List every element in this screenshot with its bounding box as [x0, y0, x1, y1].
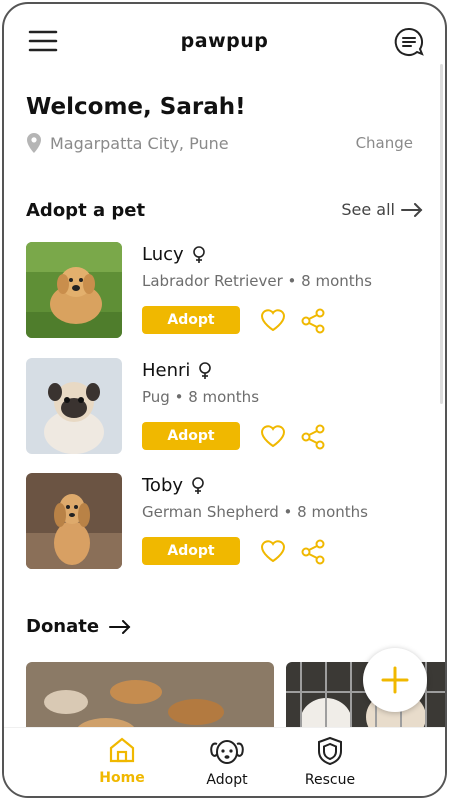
- see-all-label: See all: [341, 200, 395, 219]
- heart-icon[interactable]: [260, 308, 286, 336]
- adopt-button[interactable]: Adopt: [142, 306, 240, 334]
- pet-name-row: Toby: [142, 475, 205, 496]
- location: Magarpatta City, Pune: [26, 132, 229, 154]
- arrow-right-icon: [401, 202, 423, 217]
- welcome-heading: Welcome, Sarah!: [26, 94, 246, 120]
- heart-icon[interactable]: [260, 424, 286, 452]
- change-location-link[interactable]: Change: [356, 134, 413, 152]
- chat-icon[interactable]: [391, 24, 427, 60]
- pet-meta: Labrador Retriever • 8 months: [142, 272, 372, 290]
- donate-link[interactable]: Donate: [26, 616, 131, 637]
- home-icon: [109, 737, 135, 763]
- female-icon: [199, 361, 212, 379]
- share-icon[interactable]: [300, 308, 326, 338]
- nav-adopt[interactable]: Adopt: [187, 736, 267, 788]
- pet-photo[interactable]: [26, 242, 122, 338]
- phone-frame: pawpup Welcome, Sarah! Magarpatta City, …: [2, 2, 447, 798]
- nav-adopt-label: Adopt: [206, 772, 248, 788]
- donate-title: Donate: [26, 616, 100, 637]
- nav-rescue-label: Rescue: [304, 772, 356, 788]
- female-icon: [192, 245, 205, 263]
- pet-name-row: Lucy: [142, 244, 206, 265]
- location-text: Magarpatta City, Pune: [50, 133, 229, 153]
- share-icon[interactable]: [300, 424, 326, 454]
- nav-home-label: Home: [99, 770, 145, 786]
- pet-name: Toby: [142, 475, 184, 496]
- pet-meta: German Shepherd • 8 months: [142, 503, 368, 521]
- female-icon: [192, 476, 204, 494]
- bottom-nav: Home Adopt Rescue: [4, 727, 445, 796]
- nav-rescue[interactable]: Rescue: [290, 736, 370, 788]
- shield-icon: [318, 736, 342, 766]
- share-icon[interactable]: [300, 539, 326, 569]
- pet-meta: Pug • 8 months: [142, 388, 260, 406]
- plus-icon: [381, 666, 409, 694]
- pet-card[interactable]: Lucy Labrador Retriever • 8 months Adopt: [26, 242, 436, 338]
- add-fab-button[interactable]: [363, 648, 427, 712]
- pet-card[interactable]: Toby German Shepherd • 8 months Adopt: [26, 473, 436, 569]
- adopt-button[interactable]: Adopt: [142, 537, 240, 565]
- dog-icon: [210, 740, 244, 764]
- pet-photo[interactable]: [26, 473, 122, 569]
- adopt-section-title: Adopt a pet: [26, 200, 146, 221]
- heart-icon[interactable]: [260, 539, 286, 567]
- pet-card[interactable]: Henri Pug • 8 months Adopt: [26, 358, 436, 454]
- adopt-button[interactable]: Adopt: [142, 422, 240, 450]
- pet-name: Henri: [142, 360, 191, 381]
- top-bar: pawpup: [4, 4, 445, 82]
- arrow-right-icon: [109, 619, 131, 634]
- nav-home[interactable]: Home: [82, 736, 162, 786]
- app-title: pawpup: [180, 30, 269, 52]
- pet-name-row: Henri: [142, 360, 212, 381]
- location-pin-icon: [27, 133, 41, 153]
- scrollbar[interactable]: [440, 64, 443, 404]
- pet-name: Lucy: [142, 244, 184, 265]
- pet-photo[interactable]: [26, 358, 122, 454]
- see-all-link[interactable]: See all: [341, 200, 423, 219]
